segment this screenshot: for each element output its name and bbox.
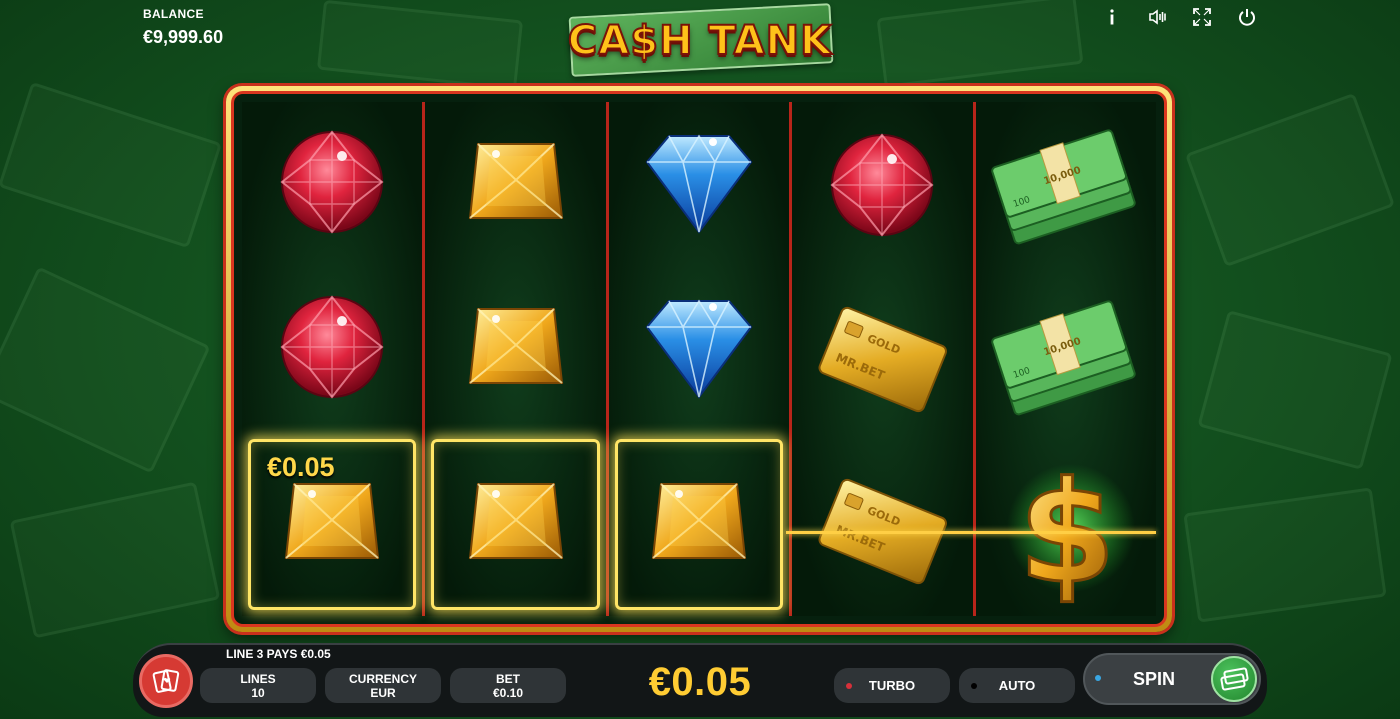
turbo-label: TURBO: [868, 678, 916, 693]
currency-selector[interactable]: CURRENCY EUR: [325, 668, 441, 703]
cash-spin-icon: [1211, 656, 1257, 702]
spin-indicator-dot: [1095, 675, 1101, 681]
reel-2: [425, 102, 609, 616]
balance-display: BALANCE €9,999.60: [143, 7, 223, 48]
winning-symbol-cell: [614, 438, 784, 610]
turbo-indicator-dot: [846, 683, 852, 689]
symbol-cell: [242, 102, 422, 267]
background-banknote: [1197, 310, 1393, 470]
symbol-cell: [425, 267, 605, 432]
blue-diamond-icon: [639, 287, 759, 412]
symbol-cell: [609, 102, 789, 267]
winning-symbol-cell: [431, 438, 600, 610]
auto-label: AUTO: [998, 678, 1036, 693]
fullscreen-icon[interactable]: [1188, 6, 1215, 28]
symbol-cell: [242, 267, 422, 432]
symbol-cell: [792, 102, 972, 273]
background-banknote: [0, 266, 211, 474]
currency-label: CURRENCY: [348, 671, 417, 686]
ruby-icon: [822, 125, 942, 250]
info-icon[interactable]: [1098, 6, 1125, 28]
auto-toggle[interactable]: AUTO: [959, 668, 1075, 703]
line-win-message: LINE 3 PAYS €0.05: [226, 647, 331, 661]
winning-symbol-cell: €0.05: [248, 438, 417, 610]
ruby-icon: [272, 122, 392, 247]
symbol-cell: [609, 267, 789, 432]
symbol-cell: GOLD MR.BET: [792, 273, 972, 444]
background-banknote: [1183, 487, 1387, 623]
auto-indicator-dot: [971, 683, 977, 689]
logo-text: CA$H TANK: [567, 17, 833, 65]
cash-stack-icon: 10,000 100: [986, 291, 1146, 426]
spin-label: SPIN: [1133, 669, 1176, 689]
reels-area: €0.05 GOLD MR.BET GOLD MR.BET 10,000 100…: [231, 91, 1167, 627]
symbol-cell: 10,000 100: [976, 102, 1156, 273]
lines-label: LINES: [240, 671, 276, 686]
blue-diamond-icon: [639, 122, 759, 247]
background-banknote: [1184, 92, 1396, 268]
background-banknote: [876, 0, 1084, 88]
total-win-amount: €0.05: [648, 660, 752, 704]
cash-stack-icon: 10,000 100: [986, 120, 1146, 255]
game-logo: CA$H TANK: [562, 3, 838, 77]
balance-label: BALANCE: [143, 7, 204, 21]
turbo-toggle[interactable]: TURBO: [834, 668, 950, 703]
lines-value: 10: [251, 685, 265, 700]
payline-3: [786, 531, 1156, 534]
spin-button[interactable]: SPIN: [1083, 653, 1261, 705]
reel-1: €0.05: [242, 102, 426, 616]
power-icon[interactable]: [1233, 6, 1260, 28]
reels-frame: €0.05 GOLD MR.BET GOLD MR.BET 10,000 100…: [226, 86, 1172, 632]
reel-4: GOLD MR.BET GOLD MR.BET: [792, 102, 976, 616]
bet-label: BET: [496, 671, 520, 686]
cards-icon: [152, 669, 180, 693]
background-banknote: [316, 0, 524, 91]
reel-5: 10,000 100 10,000 100 $: [975, 102, 1157, 616]
gamble-cards-button[interactable]: [139, 654, 193, 708]
bet-selector[interactable]: BET €0.10: [450, 668, 566, 703]
top-icon-bar: [1098, 6, 1260, 28]
symbol-win-amount: €0.05: [267, 451, 335, 482]
balance-value: €9,999.60: [143, 27, 224, 47]
gold-gem-icon: [456, 122, 576, 247]
ruby-icon: [272, 287, 392, 412]
gold-gem-icon: [456, 287, 576, 412]
gold-gem-icon: [639, 462, 759, 587]
reel-set: €0.05 GOLD MR.BET GOLD MR.BET 10,000 100…: [242, 102, 1157, 616]
bet-value: €0.10: [492, 685, 524, 700]
gold-gem-icon: [456, 462, 576, 587]
symbol-cell: 10,000 100: [976, 273, 1156, 444]
background-banknote: [0, 81, 223, 249]
reel-3: [608, 102, 793, 616]
sound-icon[interactable]: [1143, 6, 1170, 28]
currency-value: EUR: [370, 685, 396, 700]
lines-selector[interactable]: LINES 10: [200, 668, 316, 703]
symbol-cell: [425, 102, 605, 267]
background-banknote: [9, 481, 221, 639]
gold-card-icon: GOLD MR.BET: [818, 296, 948, 421]
